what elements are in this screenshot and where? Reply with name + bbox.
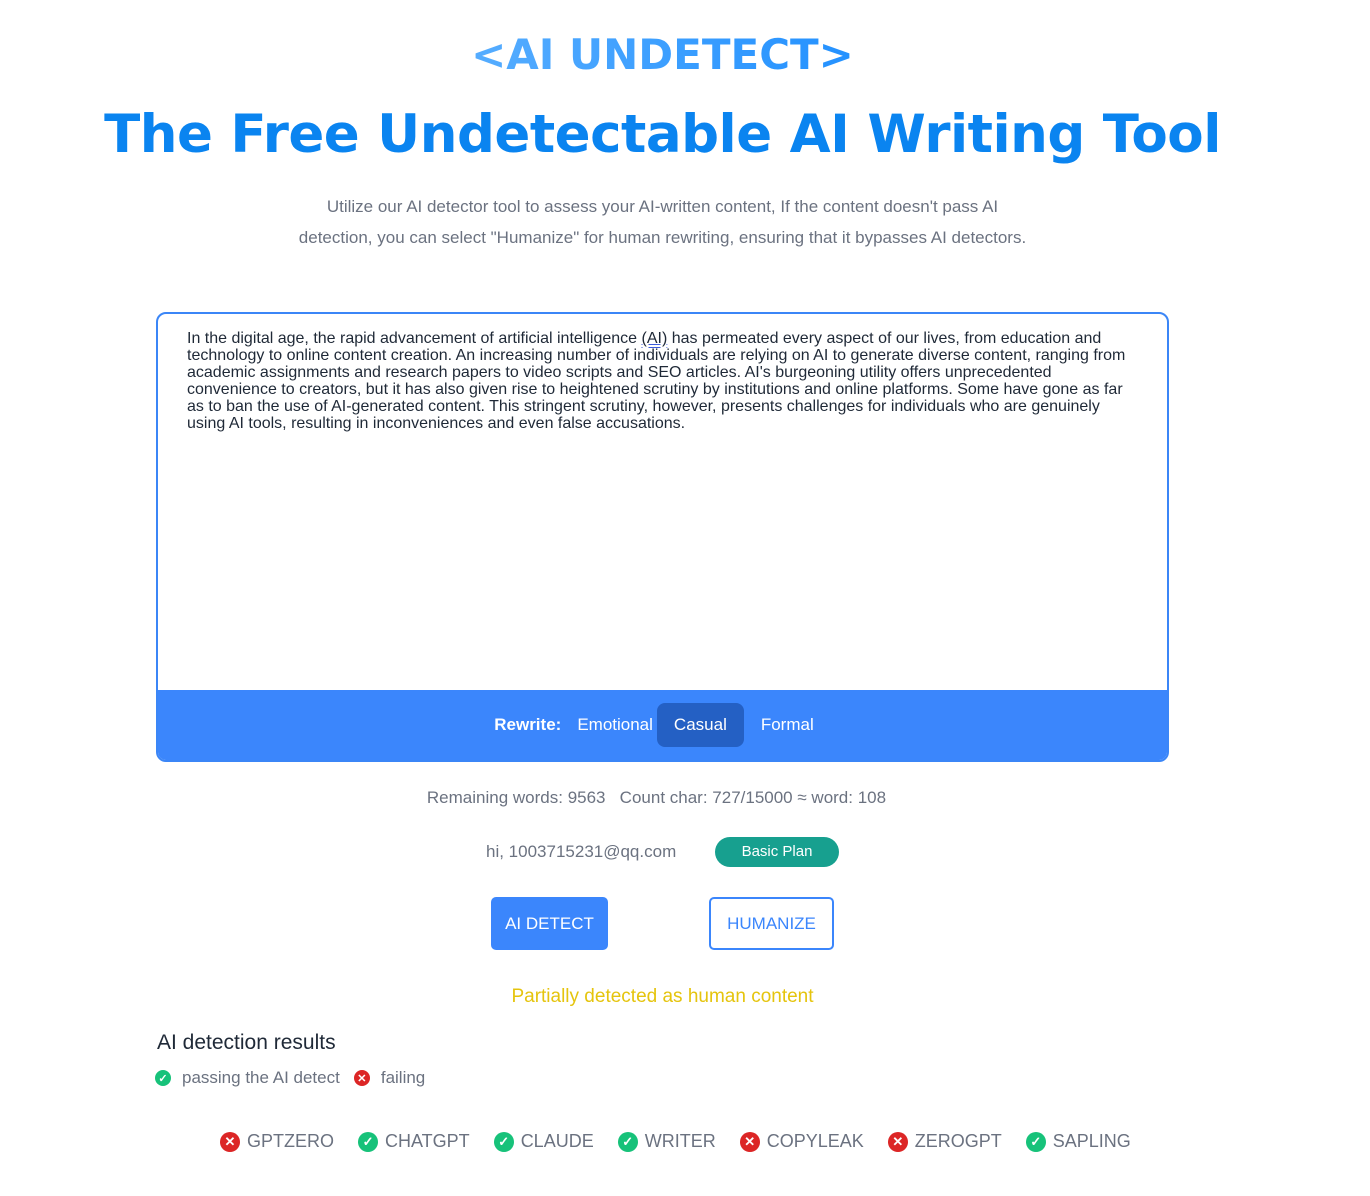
detector-result: ✓ WRITER xyxy=(617,1131,716,1152)
x-icon: ✕ xyxy=(887,1131,908,1152)
plan-badge[interactable]: Basic Plan xyxy=(715,837,839,867)
results-title: AI detection results xyxy=(157,1031,336,1054)
detector-name: CHATGPT xyxy=(385,1131,470,1151)
detector-result: ✓ SAPLING xyxy=(1025,1131,1131,1152)
detector-result: ✕ ZEROGPT xyxy=(887,1131,1002,1152)
text-part: In the digital age, the rapid advancemen… xyxy=(187,330,642,347)
check-icon: ✓ xyxy=(155,1070,171,1086)
check-icon: ✓ xyxy=(617,1131,638,1152)
rewrite-option-emotional[interactable]: Emotional xyxy=(577,703,657,747)
detector-results: ✕ GPTZERO ✓ CHATGPT ✓ CLAUDE ✓ WRITER ✕ COPYLEAK ✕… xyxy=(220,1131,1155,1152)
results-legend: ✓ passing the AI detect ✕ failing xyxy=(155,1068,425,1088)
page-title: The Free Undetectable AI Writing Tool xyxy=(104,104,1221,165)
x-icon: ✕ xyxy=(353,1070,370,1086)
ai-detect-button[interactable]: AI DETECT xyxy=(491,897,608,950)
page-subtitle: Utilize our AI detector tool to assess y… xyxy=(298,197,1027,247)
logo: <AI UNDETECT> xyxy=(0,30,1325,79)
user-email: hi, 1003715231@qq.com xyxy=(486,842,677,861)
detector-name: WRITER xyxy=(644,1131,716,1151)
check-icon: ✓ xyxy=(493,1131,514,1152)
rewrite-option-formal[interactable]: Formal xyxy=(744,703,831,747)
detector-name: SAPLING xyxy=(1052,1131,1131,1151)
text-editor[interactable]: In the digital age, the rapid advancemen… xyxy=(156,312,1169,762)
detector-result: ✓ CLAUDE xyxy=(493,1131,594,1152)
detector-result: ✓ CHATGPT xyxy=(358,1131,470,1152)
legend-pass-label: passing the AI detect xyxy=(182,1068,340,1087)
x-icon: ✕ xyxy=(220,1131,240,1152)
rewrite-option-casual[interactable]: Casual xyxy=(656,703,744,747)
detector-name: GPTZERO xyxy=(247,1131,335,1151)
detector-name: COPYLEAK xyxy=(766,1131,864,1151)
detector-name: ZEROGPT xyxy=(914,1131,1002,1151)
rewrite-label: Rewrite: xyxy=(494,715,562,734)
check-icon: ✓ xyxy=(358,1131,379,1152)
detector-result: ✕ GPTZERO xyxy=(220,1131,334,1152)
input-text[interactable]: In the digital age, the rapid advancemen… xyxy=(187,330,1137,432)
spellcheck-marked-word: (AI) xyxy=(641,330,668,347)
detector-name: CLAUDE xyxy=(520,1131,594,1151)
detector-result: ✕ COPYLEAK xyxy=(739,1131,864,1152)
word-count-stats: Remaining words: 9563 Count char: 727/15… xyxy=(426,788,887,807)
x-icon: ✕ xyxy=(739,1131,760,1152)
rewrite-bar: Rewrite: Emotional Casual Formal xyxy=(158,690,1167,760)
check-icon: ✓ xyxy=(1025,1131,1046,1152)
detection-status: Partially detected as human content xyxy=(511,986,814,1007)
legend-fail-label: failing xyxy=(380,1068,426,1087)
humanize-button[interactable]: HUMANIZE xyxy=(709,897,834,950)
